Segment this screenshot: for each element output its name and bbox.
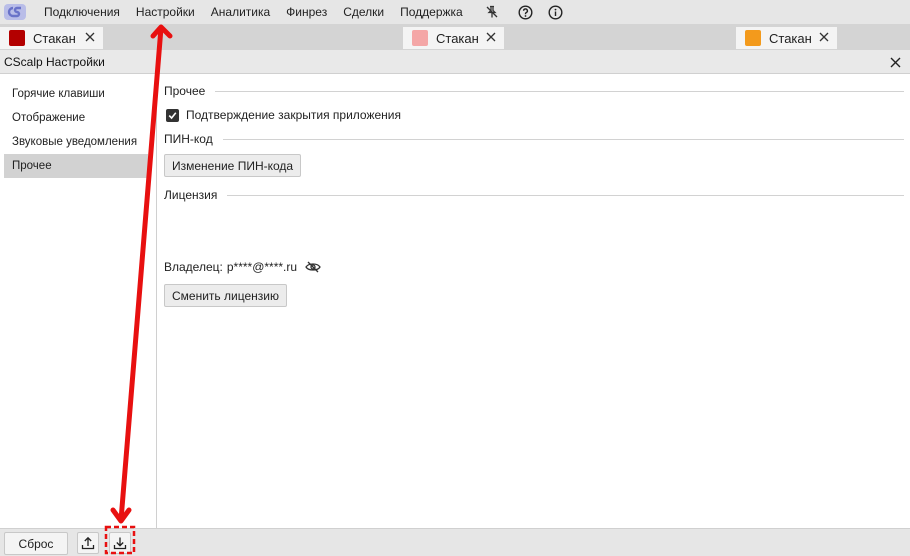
menu-trades[interactable]: Сделки — [335, 0, 392, 24]
close-icon[interactable] — [83, 30, 97, 44]
section-divider — [215, 90, 904, 92]
tab-orderbook-2[interactable]: Стакан — [403, 27, 504, 49]
section-pin: ПИН-код — [164, 129, 904, 149]
settings-bottombar: Сброс — [0, 528, 910, 556]
tab-color-swatch — [412, 30, 428, 46]
section-license: Лицензия — [164, 185, 904, 205]
tab-label: Стакан — [436, 30, 479, 46]
section-divider — [227, 194, 904, 196]
window-title: CScalp Настройки — [4, 54, 105, 69]
eye-off-icon[interactable] — [305, 261, 321, 273]
sidebar-item-sound[interactable]: Звуковые уведомления — [4, 130, 148, 154]
sidebar-item-hotkeys[interactable]: Горячие клавиши — [4, 82, 148, 106]
tab-color-swatch — [745, 30, 761, 46]
license-owner-row: Владелец: p****@****.ru — [164, 258, 321, 276]
pin-off-icon[interactable] — [481, 0, 503, 24]
tab-strip: Стакан Стакан Стакан — [0, 24, 910, 50]
change-license-button[interactable]: Сменить лицензию — [164, 284, 287, 307]
tab-color-swatch — [9, 30, 25, 46]
tab-orderbook-3[interactable]: Стакан — [736, 27, 837, 49]
menu-analytics[interactable]: Аналитика — [203, 0, 278, 24]
upload-icon[interactable] — [77, 532, 99, 554]
tab-orderbook-1[interactable]: Стакан — [0, 27, 103, 49]
sidebar-item-display[interactable]: Отображение — [4, 106, 148, 130]
download-icon[interactable] — [109, 532, 131, 554]
menu-finres[interactable]: Финрез — [278, 0, 335, 24]
settings-sidebar: Горячие клавиши Отображение Звуковые уве… — [0, 75, 157, 528]
section-misc: Прочее — [164, 81, 904, 101]
help-icon[interactable] — [515, 0, 537, 24]
reset-button[interactable]: Сброс — [4, 532, 68, 555]
owner-value: p****@****.ru — [226, 260, 298, 274]
section-divider — [222, 138, 904, 140]
tab-label: Стакан — [769, 30, 812, 46]
cscalp-logo-icon — [4, 3, 26, 21]
owner-label: Владелец: — [164, 260, 223, 274]
menu-support[interactable]: Поддержка — [392, 0, 471, 24]
menu-connections[interactable]: Подключения — [36, 0, 128, 24]
menu-bar: Подключения Настройки Аналитика Финрез С… — [0, 0, 910, 24]
menu-settings[interactable]: Настройки — [128, 0, 203, 24]
tab-label: Стакан — [33, 30, 76, 46]
close-icon[interactable] — [817, 30, 831, 44]
confirm-close-label: Подтверждение закрытия приложения — [186, 108, 401, 122]
settings-window: CScalp Настройки Горячие клавиши Отображ… — [0, 50, 910, 556]
close-icon[interactable] — [484, 30, 498, 44]
info-icon[interactable] — [545, 0, 567, 24]
close-icon[interactable] — [888, 55, 902, 69]
change-pin-button[interactable]: Изменение ПИН-кода — [164, 154, 302, 177]
confirm-close-row[interactable]: Подтверждение закрытия приложения — [164, 105, 401, 125]
section-title: Прочее — [164, 84, 206, 98]
settings-content: Прочее Подтверждение закрытия приложения… — [164, 75, 904, 528]
section-title: ПИН-код — [164, 132, 213, 146]
settings-titlebar: CScalp Настройки — [0, 50, 910, 74]
confirm-close-checkbox[interactable] — [166, 108, 179, 122]
section-title: Лицензия — [164, 188, 218, 202]
sidebar-item-misc[interactable]: Прочее — [4, 154, 148, 178]
